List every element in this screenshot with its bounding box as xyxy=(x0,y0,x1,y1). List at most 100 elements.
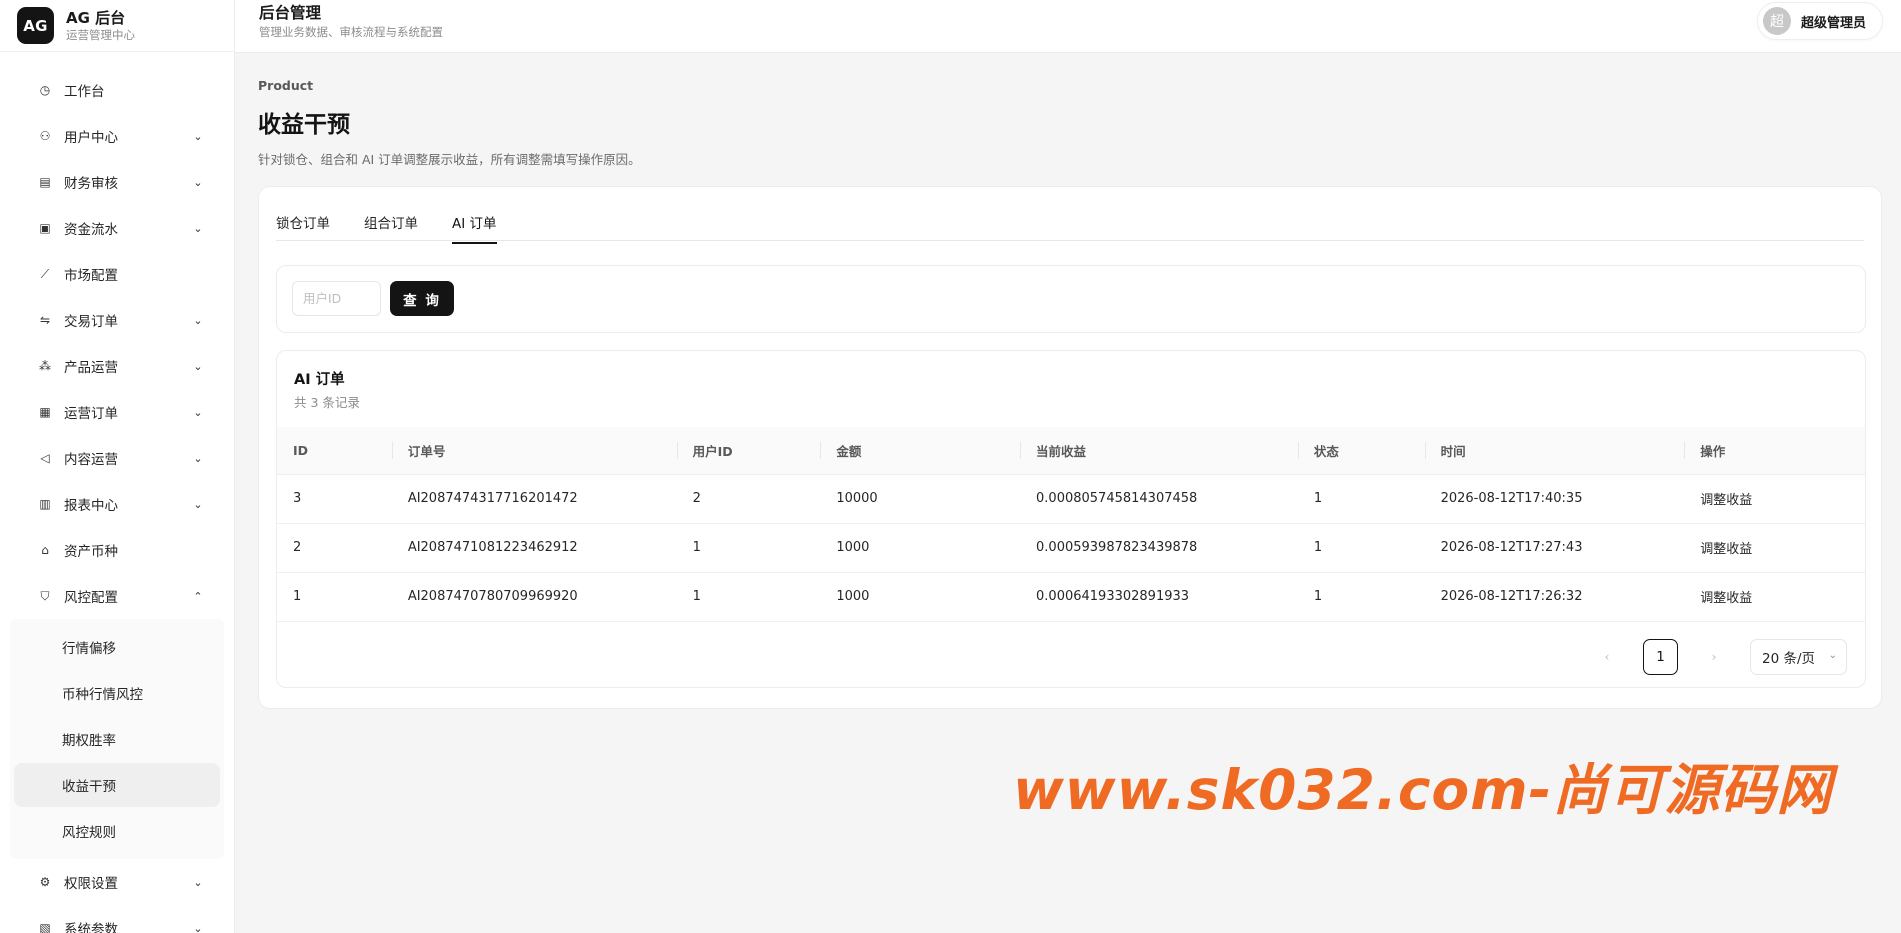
bar-chart-icon: ▥ xyxy=(39,497,51,511)
brand-logo: AG xyxy=(17,7,54,44)
sidebar-subitem-market-offset[interactable]: 行情偏移 xyxy=(14,625,220,669)
sidebar-subitem-option-winrate[interactable]: 期权胜率 xyxy=(14,717,220,761)
page-size-value: 20 条/页 xyxy=(1762,651,1816,667)
tab-ai-orders[interactable]: AI 订单 xyxy=(452,212,497,244)
sidebar-item-system-params[interactable]: ▧ 系统参数 ⌄ xyxy=(0,905,234,933)
gear-icon: ⚙ xyxy=(39,875,51,889)
sidebar-item-label: 内容运营 xyxy=(64,452,118,468)
sidebar-item-risk-config[interactable]: ⛉ 风控配置 ⌃ xyxy=(0,573,234,619)
sidebar-item-ops-orders[interactable]: ▦ 运营订单 ⌄ xyxy=(0,389,234,435)
brand-subtitle: 运营管理中心 xyxy=(66,27,135,42)
cell-time: 2026-08-12T17:27:43 xyxy=(1424,523,1685,573)
watermark: www.sk032.com-尚可源码网 xyxy=(1013,758,1833,822)
pagination: ‹ 1 › 20 条/页 ⌄ xyxy=(1595,639,1847,675)
chevron-up-icon: ⌃ xyxy=(193,589,203,603)
cell-user-id: 2 xyxy=(676,474,821,524)
sidebar-subitem-coin-risk[interactable]: 币种行情风控 xyxy=(14,671,220,715)
table-row: 1 AI2087470780709969920 1 1000 0.0006419… xyxy=(277,572,1865,622)
cell-user-id: 1 xyxy=(676,523,821,573)
brand-title: AG 后台 xyxy=(66,8,126,27)
chevron-down-icon: ⌄ xyxy=(193,875,203,889)
sidebar-item-label: 运营订单 xyxy=(64,406,118,422)
header-subtitle: 管理业务数据、审核流程与系统配置 xyxy=(259,25,443,39)
cell-id: 1 xyxy=(277,572,392,622)
sidebar-item-label: 财务审核 xyxy=(64,176,118,192)
sidebar-item-asset-currency[interactable]: ⌂ 资产币种 xyxy=(0,527,234,573)
page-number-current[interactable]: 1 xyxy=(1643,639,1678,675)
settings-doc-icon: ▧ xyxy=(39,921,51,933)
avatar: 超 xyxy=(1763,7,1791,35)
column-header-action: 操作 xyxy=(1684,427,1865,475)
cell-amount: 10000 xyxy=(820,474,1021,524)
sidebar-item-label: 报表中心 xyxy=(64,498,118,514)
chevron-down-icon: ⌄ xyxy=(193,221,203,235)
sidebar-item-label: 风控配置 xyxy=(64,590,118,606)
adjust-profit-link[interactable]: 调整收益 xyxy=(1684,572,1865,622)
sidebar-item-content-ops[interactable]: ◁ 内容运营 ⌄ xyxy=(0,435,234,481)
sidebar-item-product-ops[interactable]: ⁂ 产品运营 ⌄ xyxy=(0,343,234,389)
brand: AG AG 后台 运营管理中心 xyxy=(0,0,234,52)
tab-lock-orders[interactable]: 锁仓订单 xyxy=(276,212,330,242)
cell-status: 1 xyxy=(1297,523,1425,573)
adjust-profit-link[interactable]: 调整收益 xyxy=(1684,474,1865,524)
header-title: 后台管理 xyxy=(259,4,322,22)
cell-amount: 1000 xyxy=(820,523,1021,573)
page-title: 收益干预 xyxy=(258,112,350,138)
user-id-input[interactable] xyxy=(292,281,381,316)
sidebar: AG AG 后台 运营管理中心 ◷ 工作台 ⚇ 用户中心 ⌄ ▤ 财务审核 ⌄ … xyxy=(0,0,235,933)
column-header-current-profit: 当前收益 xyxy=(1020,427,1298,475)
sidebar-item-reports[interactable]: ▥ 报表中心 ⌄ xyxy=(0,481,234,527)
sidebar-item-label: 权限设置 xyxy=(64,876,118,892)
adjust-profit-link[interactable]: 调整收益 xyxy=(1684,523,1865,573)
chevron-down-icon: ⌄ xyxy=(193,451,203,465)
sidebar-item-label: 交易订单 xyxy=(64,314,118,330)
prev-page-icon[interactable]: ‹ xyxy=(1595,650,1619,664)
user-name: 超级管理员 xyxy=(1801,15,1867,31)
cell-id: 3 xyxy=(277,474,392,524)
audit-icon: ▤ xyxy=(39,175,51,189)
tab-combo-orders[interactable]: 组合订单 xyxy=(364,212,418,242)
trend-icon: ⟋ xyxy=(40,266,50,281)
sidebar-subitem-profit-intervention[interactable]: 收益干预 xyxy=(14,763,220,807)
order-tabs: 锁仓订单 组合订单 AI 订单 xyxy=(276,201,1864,244)
orders-table: ID 订单号 用户ID 金额 当前收益 状态 时间 操作 3 AI2087474… xyxy=(277,427,1865,622)
sidebar-item-permissions[interactable]: ⚙ 权限设置 ⌄ xyxy=(0,859,234,905)
table-row: 2 AI2087471081223462912 1 1000 0.0005939… xyxy=(277,523,1865,573)
column-header-order-no: 订单号 xyxy=(391,427,677,475)
page-size-select[interactable]: 20 条/页 ⌄ xyxy=(1750,639,1847,675)
page-description: 针对锁仓、组合和 AI 订单调整展示收益，所有调整需填写操作原因。 xyxy=(258,152,641,167)
sidebar-item-fund-flow[interactable]: ▣ 资金流水 ⌄ xyxy=(0,205,234,251)
sidebar-item-label: 工作台 xyxy=(64,84,105,100)
content-card: 锁仓订单 组合订单 AI 订单 查 询 AI 订单 共 3 条记录 ID 订单号 xyxy=(258,186,1882,709)
column-header-time: 时间 xyxy=(1424,427,1685,475)
cell-user-id: 1 xyxy=(676,572,821,622)
cell-id: 2 xyxy=(277,523,392,573)
top-header: 后台管理 管理业务数据、审核流程与系统配置 超 超级管理员 xyxy=(235,0,1901,53)
cell-order-no: AI2087471081223462912 xyxy=(391,523,677,573)
cell-amount: 1000 xyxy=(820,572,1021,622)
user-menu[interactable]: 超 超级管理员 xyxy=(1757,2,1883,40)
cell-current-profit: 0.000805745814307458 xyxy=(1020,474,1298,524)
sidebar-menu: ◷ 工作台 ⚇ 用户中心 ⌄ ▤ 财务审核 ⌄ ▣ 资金流水 ⌄ ⟋ 市场配置 … xyxy=(0,52,234,933)
sidebar-item-trade-orders[interactable]: ⇋ 交易订单 ⌄ xyxy=(0,297,234,343)
sidebar-item-dashboard[interactable]: ◷ 工作台 xyxy=(0,67,234,113)
risk-submenu: 行情偏移 币种行情风控 期权胜率 收益干预 风控规则 xyxy=(10,619,224,859)
cell-order-no: AI2087470780709969920 xyxy=(391,572,677,622)
query-button[interactable]: 查 询 xyxy=(390,281,454,316)
sidebar-subitem-risk-rules[interactable]: 风控规则 xyxy=(14,809,220,853)
column-header-id: ID xyxy=(277,427,392,475)
cell-order-no: AI2087474317716201472 xyxy=(391,474,677,524)
sidebar-item-market-config[interactable]: ⟋ 市场配置 xyxy=(0,251,234,297)
swap-icon: ⇋ xyxy=(39,313,51,327)
cell-current-profit: 0.00064193302891933 xyxy=(1020,572,1298,622)
cluster-icon: ⁂ xyxy=(39,359,51,373)
table-row: 3 AI2087474317716201472 2 10000 0.000805… xyxy=(277,474,1865,524)
chevron-down-icon: ⌄ xyxy=(193,129,203,143)
cell-status: 1 xyxy=(1297,572,1425,622)
cell-time: 2026-08-12T17:40:35 xyxy=(1424,474,1685,524)
sidebar-item-label: 资金流水 xyxy=(64,222,118,238)
next-page-icon[interactable]: › xyxy=(1702,650,1726,664)
sidebar-item-finance-audit[interactable]: ▤ 财务审核 ⌄ xyxy=(0,159,234,205)
sidebar-item-user-center[interactable]: ⚇ 用户中心 ⌄ xyxy=(0,113,234,159)
chevron-down-icon: ⌄ xyxy=(1828,650,1837,661)
